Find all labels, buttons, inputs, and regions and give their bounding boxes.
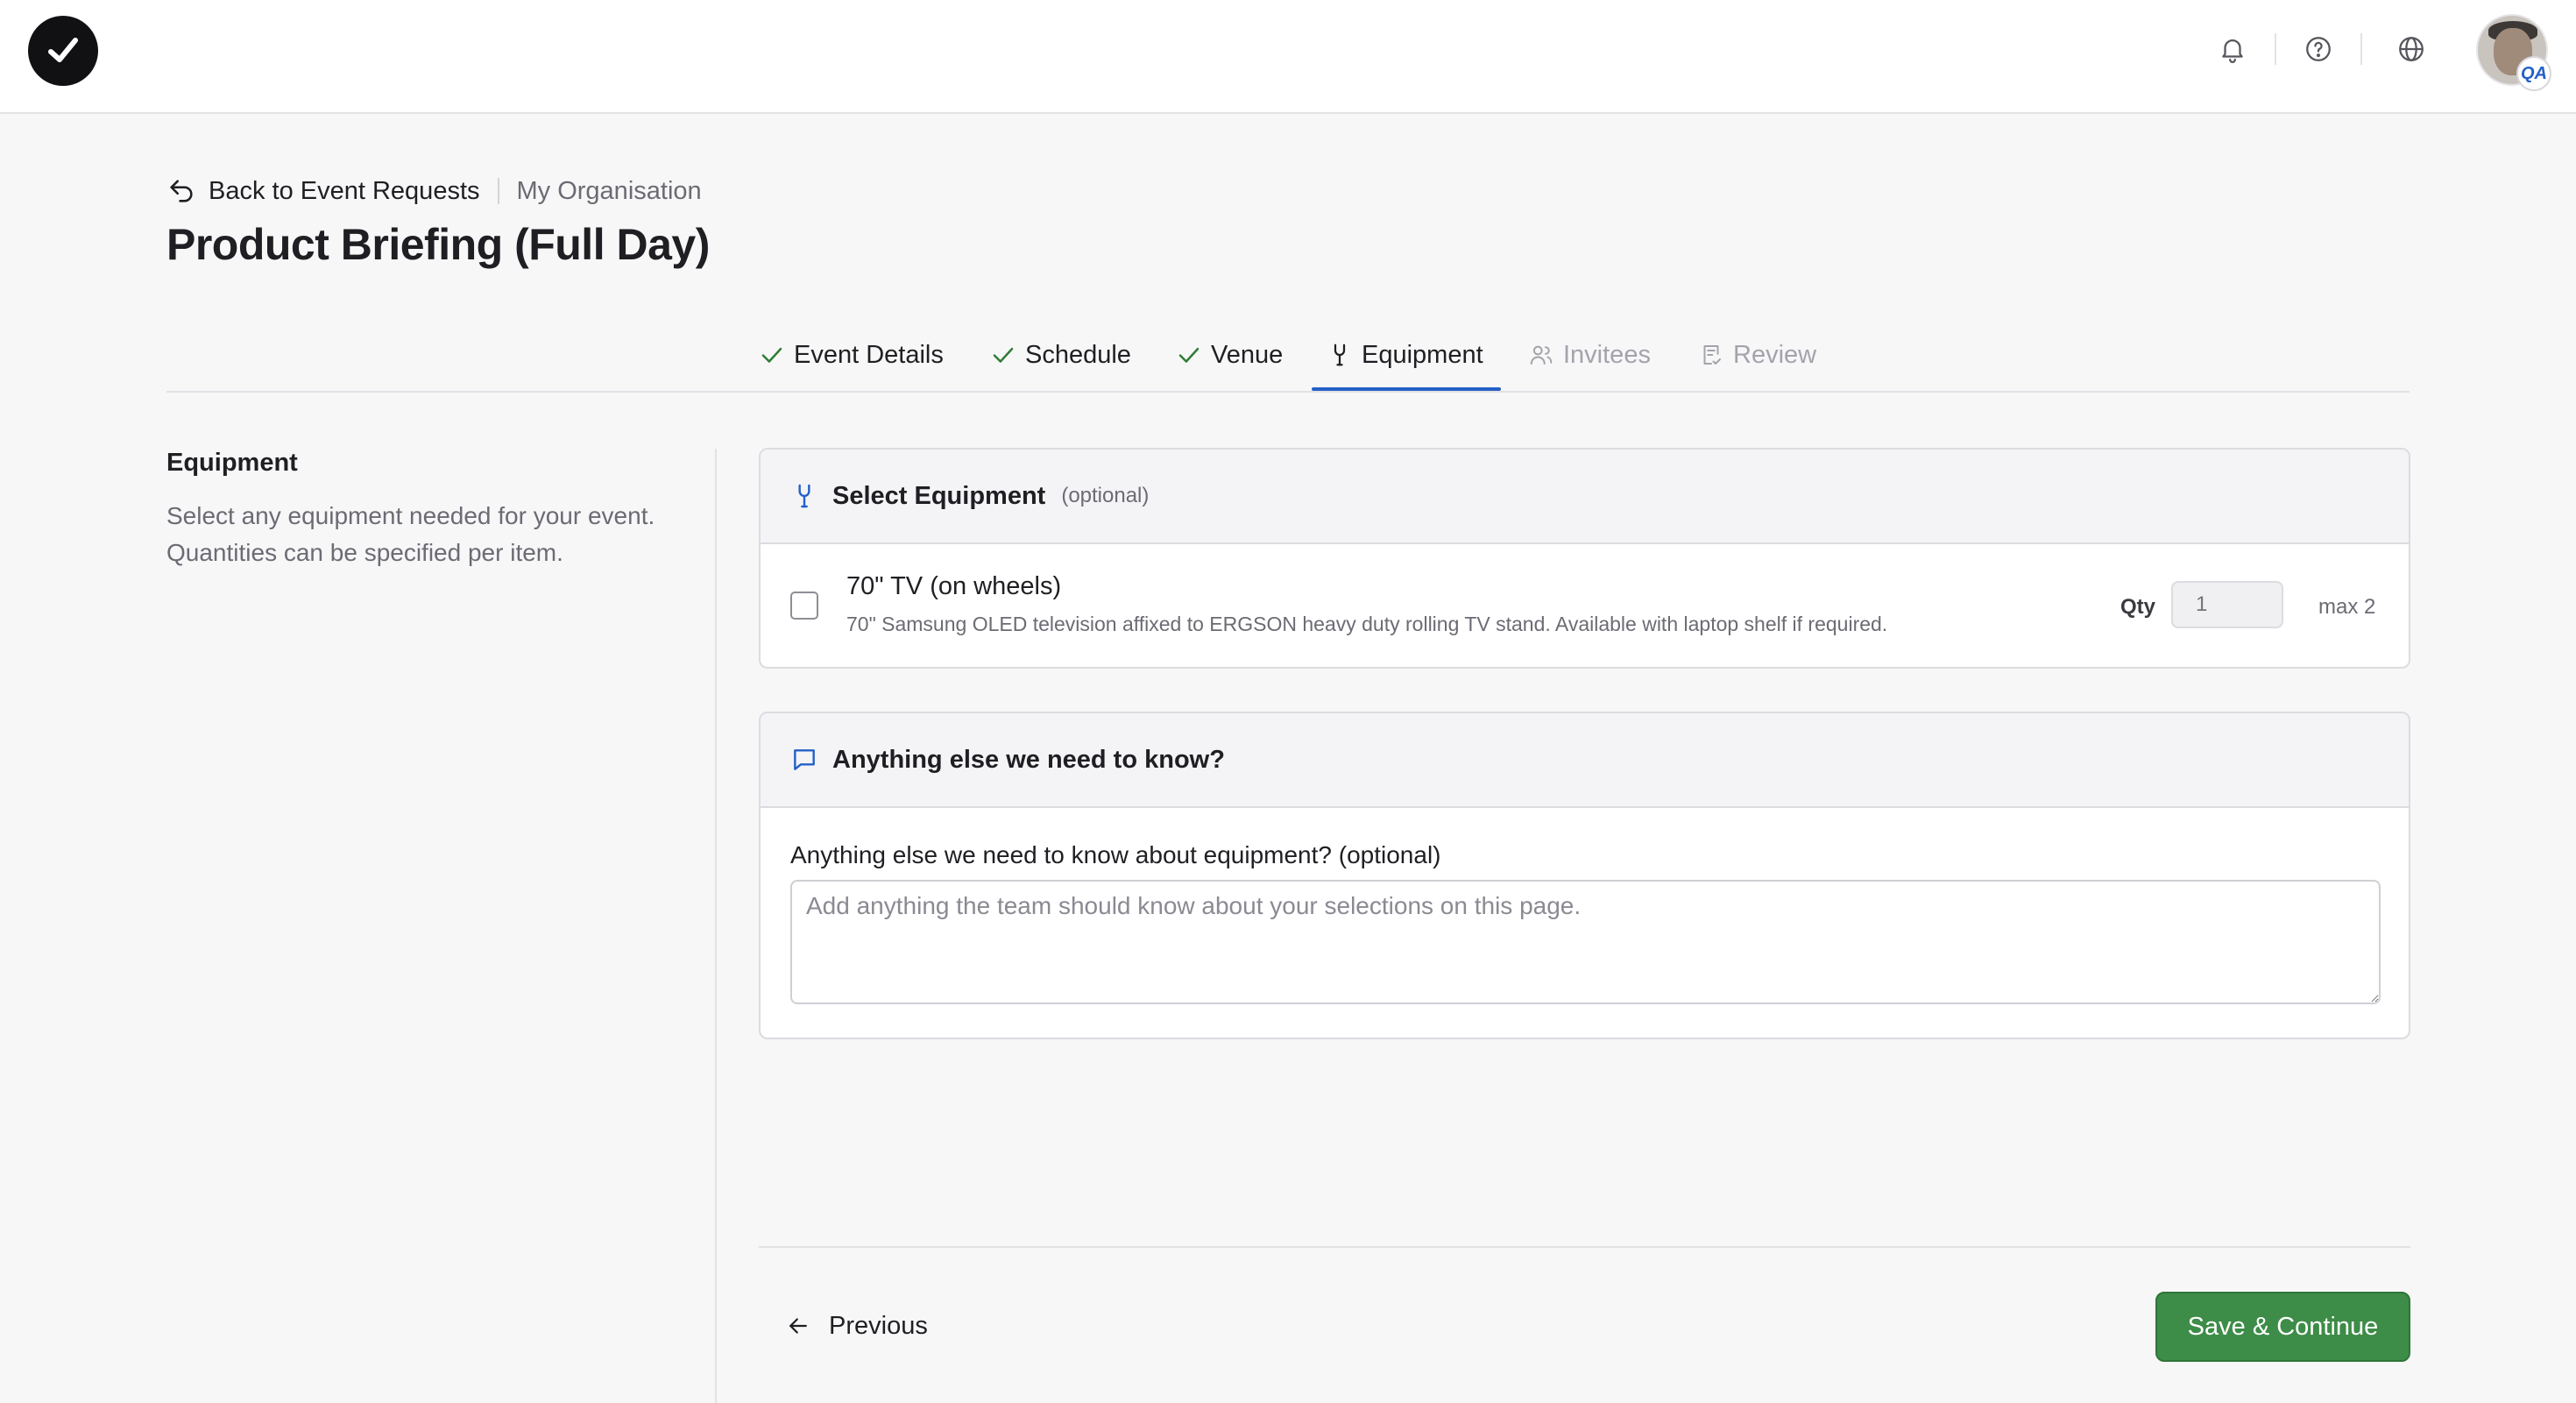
tab-schedule[interactable]: Schedule [990,322,1131,393]
step-tabs: Event Details Schedule Venue Equipment I… [166,322,2410,393]
arrow-left-icon [789,1318,807,1334]
breadcrumb: Back to Event Requests My Organisation [166,172,702,210]
tab-label: Event Details [794,340,944,369]
equipment-item: 70" TV (on wheels) 70" Samsung OLED tele… [761,544,2409,667]
panel-divider [715,449,717,1403]
tab-label: Invitees [1563,340,1651,369]
check-icon [761,347,782,363]
previous-button[interactable]: Previous [785,1302,928,1350]
tab-label: Review [1733,340,1817,369]
bell-icon[interactable] [2213,30,2252,68]
notes-textarea[interactable] [790,880,2381,1004]
notes-card-header: Anything else we need to know? [761,713,2409,808]
tab-event-details[interactable]: Event Details [759,322,944,393]
notes-card: Anything else we need to know? Anything … [759,712,2410,1039]
tab-review[interactable]: Review [1698,322,1816,393]
logo-check-icon[interactable] [28,16,98,86]
help-icon[interactable] [2299,30,2338,68]
avatar-badge: QA [2516,56,2551,91]
save-continue-button[interactable]: Save & Continue [2155,1292,2410,1362]
globe-icon[interactable] [2392,30,2431,68]
qty-input[interactable] [2171,581,2283,628]
tab-label: Venue [1211,340,1284,369]
page-title: Product Briefing (Full Day) [166,220,710,269]
notes-field-label: Anything else we need to know about equi… [790,841,1441,868]
header-divider [2275,33,2276,65]
tab-invitees[interactable]: Invitees [1528,322,1651,393]
tab-equipment[interactable]: Equipment [1327,322,1483,393]
previous-button-label: Previous [829,1311,928,1340]
section-description: Select any equipment needed for your eve… [166,502,655,566]
equipment-description: 70" Samsung OLED television affixed to E… [846,613,1888,635]
top-header: QA [0,0,2576,114]
equipment-card: Select Equipment (optional) 70" TV (on w… [759,448,2410,669]
header-divider [2360,33,2362,65]
wrench-icon [798,484,810,508]
qty-max: max 2 [2318,595,2376,619]
qty-label: Qty [2120,595,2156,619]
notes-card-title: Anything else we need to know? [832,745,1225,774]
equipment-name: 70" TV (on wheels) [846,572,1062,600]
back-link-label: Back to Event Requests [209,176,480,205]
breadcrumb-divider [497,178,499,204]
back-link[interactable]: Back to Event Requests [166,176,480,206]
breadcrumb-org: My Organisation [516,176,702,205]
equipment-checkbox[interactable] [790,592,818,620]
users-icon [1530,345,1553,365]
equipment-card-header: Select Equipment (optional) [761,450,2409,544]
back-arrow-icon [170,180,193,202]
wrench-icon [1334,344,1346,366]
section-title: Equipment [166,449,298,477]
document-check-icon [1703,345,1721,365]
check-icon [1178,347,1200,363]
equipment-card-title: Select Equipment [832,481,1046,510]
active-tab-indicator [1312,387,1501,391]
tab-label: Equipment [1362,340,1483,369]
check-icon [993,347,1014,363]
notes-card-body: Anything else we need to know about equi… [761,808,2409,1038]
tab-venue[interactable]: Venue [1176,322,1283,393]
optional-tag: (optional) [1061,484,1150,507]
message-icon [794,749,815,770]
tab-label: Schedule [1025,340,1131,369]
footer-divider [759,1246,2410,1248]
